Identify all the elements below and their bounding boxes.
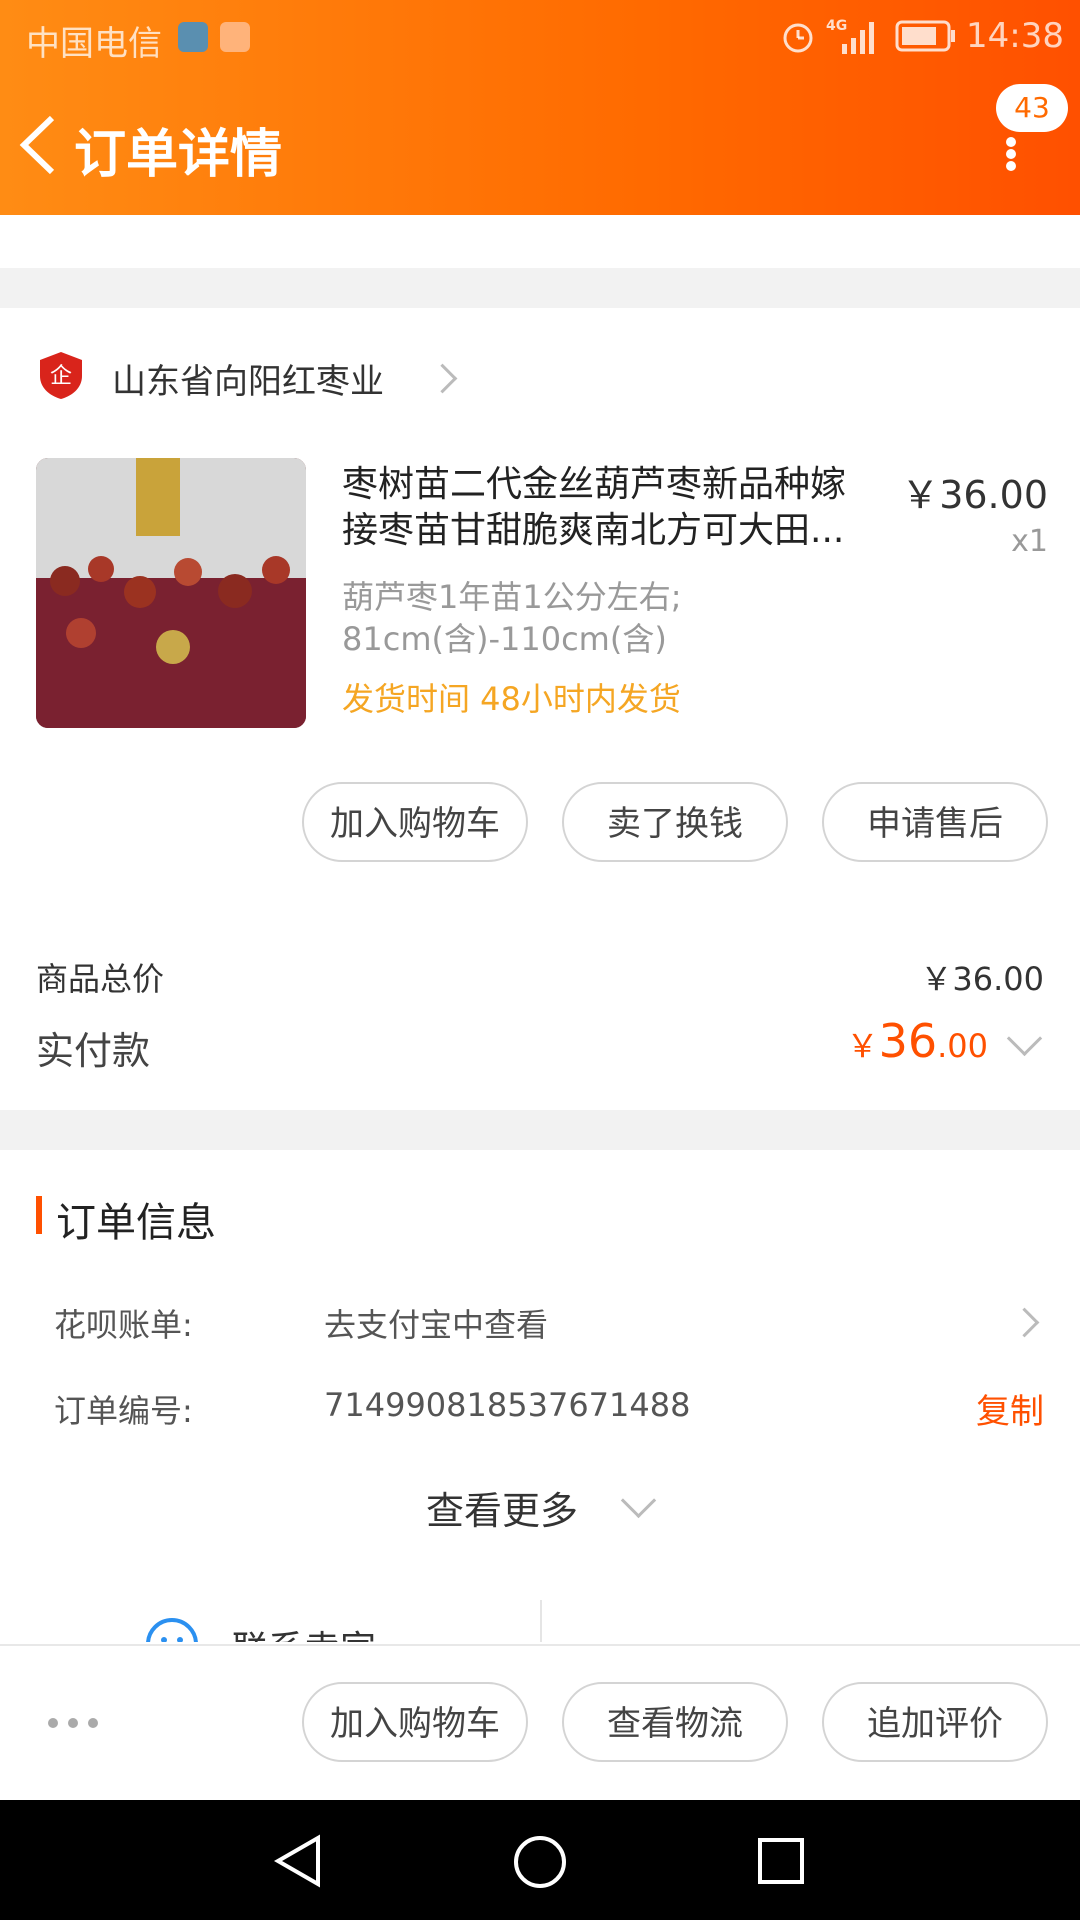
resell-button[interactable]: 卖了换钱 bbox=[562, 782, 788, 862]
vertical-divider bbox=[540, 1600, 542, 1642]
shop-name: 山东省向阳红枣业 bbox=[112, 362, 384, 402]
section-divider bbox=[0, 268, 1080, 308]
enterprise-shop-icon: 企 bbox=[40, 352, 82, 399]
more-menu-icon[interactable] bbox=[1001, 137, 1021, 171]
paid-integer: 36 bbox=[878, 1014, 938, 1068]
huabei-chevron-icon bbox=[1009, 1307, 1040, 1338]
product-title[interactable]: 枣树苗二代金丝葫芦枣新品种嫁 接枣苗甘甜脆爽南北方可大田... bbox=[342, 462, 902, 554]
order-number-value: 714990818537671488 bbox=[324, 1386, 691, 1424]
heading-accent-bar bbox=[36, 1196, 42, 1234]
clock: 14:38 bbox=[966, 16, 1064, 56]
order-info-heading: 订单信息 bbox=[56, 1200, 216, 1246]
shipping-time: 发货时间 48小时内发货 bbox=[342, 680, 681, 718]
message-count-badge[interactable]: 43 bbox=[996, 84, 1068, 132]
product-sku: 葫芦枣1年苗1公分左右; 81cm(含)-110cm(含) bbox=[342, 576, 682, 660]
uc-browser-icon bbox=[220, 22, 250, 52]
copy-order-number-button[interactable]: 复制 bbox=[976, 1384, 1044, 1433]
goods-total-value: ￥36.00 bbox=[920, 960, 1044, 998]
paid-decimal: .00 bbox=[937, 1027, 988, 1065]
shop-row[interactable]: 企 山东省向阳红枣业 bbox=[0, 340, 1080, 410]
order-number-label: 订单编号: bbox=[54, 1392, 193, 1430]
section-divider bbox=[0, 1110, 1080, 1150]
huabei-label: 花呗账单: bbox=[54, 1306, 193, 1344]
shield-icon bbox=[178, 22, 208, 52]
nav-recents-icon[interactable] bbox=[756, 1836, 806, 1886]
product-title-line1: 枣树苗二代金丝葫芦枣新品种嫁 bbox=[342, 464, 847, 505]
chat-icon bbox=[146, 1618, 198, 1642]
add-review-button[interactable]: 追加评价 bbox=[822, 1682, 1048, 1762]
more-options-icon[interactable] bbox=[48, 1718, 100, 1730]
expand-chevron-icon[interactable] bbox=[1006, 1020, 1043, 1057]
signal-icon bbox=[842, 22, 874, 54]
bottom-add-to-cart-button[interactable]: 加入购物车 bbox=[302, 1682, 528, 1762]
carrier-label: 中国电信 bbox=[26, 24, 162, 64]
system-navigation-bar bbox=[0, 1800, 1080, 1920]
after-sale-button[interactable]: 申请售后 bbox=[822, 782, 1048, 862]
view-more-chevron-icon bbox=[620, 1482, 657, 1519]
huabei-value: 去支付宝中查看 bbox=[324, 1306, 549, 1344]
product-quantity: x1 bbox=[1011, 524, 1048, 559]
svg-text:企: 企 bbox=[50, 364, 72, 389]
paid-currency: ￥ bbox=[846, 1027, 879, 1065]
page-title: 订单详情 bbox=[74, 125, 283, 185]
battery-icon bbox=[895, 20, 955, 52]
sku-line1: 葫芦枣1年苗1公分左右; bbox=[342, 578, 682, 616]
view-more-button[interactable]: 查看更多 bbox=[420, 1480, 680, 1540]
paid-label: 实付款 bbox=[36, 1029, 151, 1073]
goods-total-label: 商品总价 bbox=[36, 960, 165, 998]
bottom-action-bar: 加入购物车 查看物流 追加评价 bbox=[0, 1644, 1080, 1802]
paid-amount: ￥36.00 bbox=[847, 1014, 988, 1068]
header-bar: 中国电信 4G 14:38 订单详情 43 bbox=[0, 0, 1080, 215]
view-more-label: 查看更多 bbox=[426, 1489, 579, 1533]
product-image[interactable] bbox=[36, 458, 306, 728]
nav-home-icon[interactable] bbox=[512, 1834, 568, 1890]
contact-seller-label: 联系卖家 bbox=[232, 1620, 376, 1642]
add-to-cart-button[interactable]: 加入购物车 bbox=[302, 782, 528, 862]
contact-row[interactable]: 联系卖家 bbox=[0, 1590, 1080, 1642]
product-price: ￥36.00 bbox=[901, 473, 1048, 517]
product-title-line2: 接枣苗甘甜脆爽南北方可大田... bbox=[342, 510, 845, 551]
nav-back-icon[interactable] bbox=[272, 1834, 326, 1888]
view-logistics-button[interactable]: 查看物流 bbox=[562, 1682, 788, 1762]
alarm-icon bbox=[783, 23, 813, 53]
shop-chevron-icon bbox=[427, 363, 458, 394]
back-arrow-icon[interactable] bbox=[14, 110, 64, 180]
huabei-row[interactable]: 花呗账单: 去支付宝中查看 bbox=[0, 1290, 1080, 1350]
sku-line2: 81cm(含)-110cm(含) bbox=[342, 620, 667, 658]
